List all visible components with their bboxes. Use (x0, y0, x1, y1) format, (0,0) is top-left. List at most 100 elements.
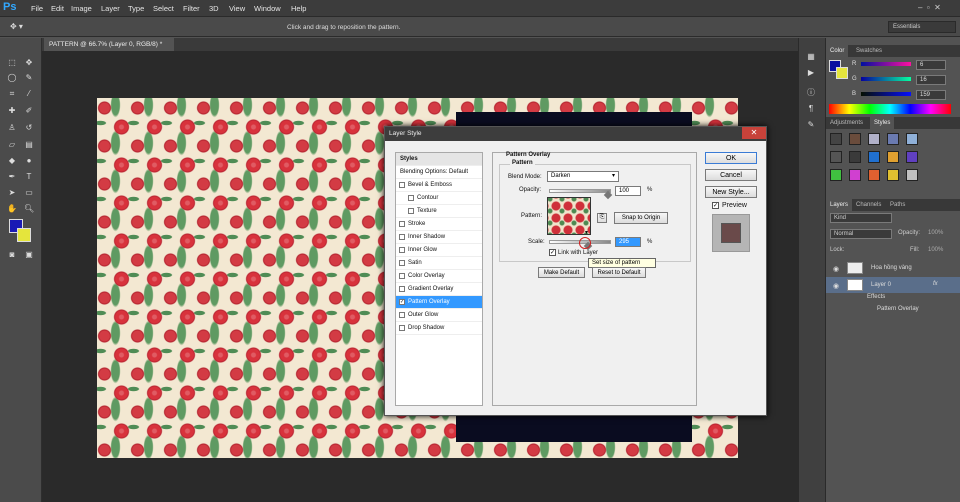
blur-tool-icon[interactable]: ◆ (7, 156, 17, 165)
color-r-slider[interactable] (861, 62, 911, 66)
preview-checkbox[interactable]: ✓ (712, 202, 719, 209)
layer-opacity-value[interactable]: 100% (928, 230, 943, 236)
color-r-field[interactable]: 6 (916, 60, 946, 70)
marquee-tool-icon[interactable]: ⬚ (7, 58, 17, 67)
info-panel-icon[interactable]: ⓘ (806, 88, 816, 97)
style-list-item[interactable]: Satin (396, 257, 482, 270)
style-swatch[interactable] (849, 169, 861, 181)
style-swatch[interactable] (868, 133, 880, 145)
snap-to-origin-button[interactable]: Snap to Origin (614, 212, 668, 224)
visibility-eye-icon[interactable]: ◉ (833, 282, 839, 290)
tab-color[interactable]: Color (826, 45, 849, 57)
zoom-tool-icon[interactable]: 🔍︎ (24, 204, 34, 213)
menu-type[interactable]: Type (128, 4, 144, 13)
menu-view[interactable]: View (229, 4, 245, 13)
scale-field[interactable]: 295 (615, 237, 641, 247)
color-spectrum[interactable] (829, 104, 951, 114)
color-g-slider[interactable] (861, 77, 911, 81)
window-controls-icon[interactable]: – ▫ ✕ (918, 3, 941, 12)
style-list-item[interactable]: Contour (396, 192, 482, 205)
eraser-tool-icon[interactable]: ▱ (7, 140, 17, 149)
gradient-tool-icon[interactable]: ▤ (24, 140, 34, 149)
quick-select-icon[interactable]: ✎ (24, 73, 34, 82)
make-default-button[interactable]: Make Default (538, 267, 585, 278)
style-checkbox[interactable] (399, 260, 405, 266)
style-swatch[interactable] (830, 169, 842, 181)
path-select-icon[interactable]: ➤ (7, 188, 17, 197)
style-swatch[interactable] (849, 151, 861, 163)
style-list-item[interactable]: ✓ Pattern Overlay (396, 296, 482, 309)
close-icon[interactable]: ✕ (742, 127, 766, 139)
lasso-tool-icon[interactable]: ◯ (7, 73, 17, 82)
dodge-tool-icon[interactable]: ● (24, 156, 34, 165)
workspace-select[interactable]: Essentials (888, 21, 956, 33)
style-swatch[interactable] (830, 151, 842, 163)
opacity-slider[interactable] (549, 189, 613, 200)
menu-image[interactable]: Image (71, 4, 92, 13)
fx-icon[interactable]: fx (933, 281, 938, 287)
menu-help[interactable]: Help (291, 4, 306, 13)
pen-tool-icon[interactable]: ✒ (7, 172, 17, 181)
style-checkbox[interactable] (399, 247, 405, 253)
style-list-item[interactable]: Styles (396, 153, 482, 166)
style-checkbox[interactable]: ✓ (399, 299, 405, 305)
chevron-down-icon[interactable]: ▾ (585, 229, 588, 236)
style-checkbox[interactable] (399, 312, 405, 318)
style-checkbox[interactable] (399, 221, 405, 227)
tab-layers[interactable]: Layers (826, 199, 853, 211)
style-list-item[interactable]: Color Overlay (396, 270, 482, 283)
tab-paths[interactable]: Paths (886, 199, 909, 211)
style-checkbox[interactable] (399, 182, 405, 188)
tab-adjustments[interactable]: Adjustments (826, 117, 867, 129)
style-checkbox[interactable] (399, 325, 405, 331)
menu-3d[interactable]: 3D (209, 4, 219, 13)
style-list-item[interactable]: Stroke (396, 218, 482, 231)
healing-brush-icon[interactable]: ✚ (7, 106, 17, 115)
ok-button[interactable]: OK (705, 152, 757, 164)
style-list-item[interactable]: Texture (396, 205, 482, 218)
actions-panel-icon[interactable]: ▶ (806, 68, 816, 77)
history-brush-icon[interactable]: ↺ (24, 123, 34, 132)
tab-styles[interactable]: Styles (870, 117, 895, 129)
color-g-field[interactable]: 16 (916, 75, 946, 85)
style-list-item[interactable]: Bevel & Emboss (396, 179, 482, 192)
style-checkbox[interactable] (408, 208, 414, 214)
background-color-swatch[interactable] (17, 228, 31, 242)
style-swatch[interactable] (830, 133, 842, 145)
menu-filter[interactable]: Filter (183, 4, 200, 13)
style-checkbox[interactable] (399, 286, 405, 292)
move-tool-preset-icon[interactable]: ✥ ▾ (10, 22, 23, 31)
cancel-button[interactable]: Cancel (705, 169, 757, 181)
layer-filter-kind[interactable]: Kind (830, 213, 892, 223)
menu-window[interactable]: Window (254, 4, 281, 13)
type-tool-icon[interactable]: T (24, 172, 34, 181)
style-list-item[interactable]: Outer Glow (396, 309, 482, 322)
menu-select[interactable]: Select (153, 4, 174, 13)
style-swatch[interactable] (887, 133, 899, 145)
color-b-field[interactable]: 159 (916, 90, 946, 100)
style-checkbox[interactable] (399, 273, 405, 279)
effect-pattern-overlay[interactable]: Pattern Overlay (877, 306, 919, 312)
style-list-item[interactable]: Blending Options: Default (396, 166, 482, 179)
style-swatch[interactable] (906, 169, 918, 181)
new-preset-icon[interactable]: ⎘ (597, 213, 607, 223)
document-tab[interactable]: PATTERN @ 66.7% (Layer 0, RGB/8) * (44, 38, 174, 51)
clone-stamp-icon[interactable]: ♙ (7, 123, 17, 132)
menu-layer[interactable]: Layer (101, 4, 120, 13)
style-swatch[interactable] (887, 151, 899, 163)
style-checkbox[interactable] (408, 195, 414, 201)
style-checkbox[interactable] (399, 234, 405, 240)
style-list-item[interactable]: Inner Glow (396, 244, 482, 257)
style-swatch[interactable] (849, 133, 861, 145)
opacity-field[interactable]: 100 (615, 186, 641, 196)
quick-mask-icon[interactable]: ◙ (7, 250, 17, 259)
paragraph-panel-icon[interactable]: ¶ (806, 104, 816, 113)
link-with-layer-checkbox[interactable]: ✓ (549, 249, 556, 256)
blend-mode-select[interactable]: Normal (830, 229, 892, 239)
color-panel-bg[interactable] (836, 67, 848, 79)
brush-panel-icon[interactable]: ✎ (806, 120, 816, 129)
style-list-item[interactable]: Drop Shadow (396, 322, 482, 335)
shape-tool-icon[interactable]: ▭ (24, 188, 34, 197)
history-panel-icon[interactable]: ▦ (806, 52, 816, 61)
style-swatch[interactable] (906, 151, 918, 163)
